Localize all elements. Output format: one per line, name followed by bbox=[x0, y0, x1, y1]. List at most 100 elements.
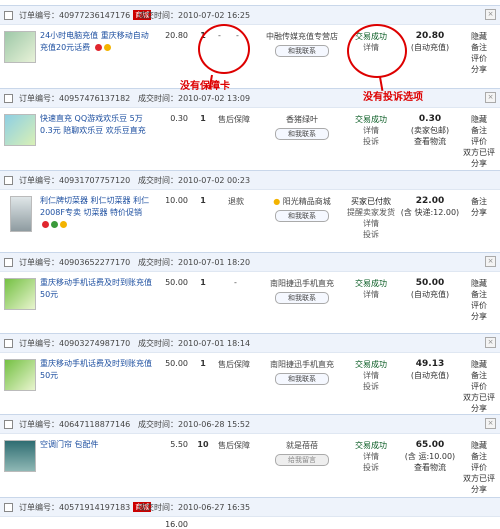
seller-name-link[interactable]: 就是蓓蓓 bbox=[262, 440, 342, 451]
share-link[interactable]: 分享 bbox=[462, 64, 496, 75]
both-rated-text: 双方已评 bbox=[463, 148, 495, 157]
deal-time: 成交时间：2010-07-02 16:25 bbox=[138, 10, 251, 20]
unit-price: 50.00 bbox=[165, 278, 188, 287]
detail-link[interactable]: 详情 bbox=[346, 451, 396, 462]
remark-link[interactable]: 备注 bbox=[462, 451, 496, 462]
product-thumbnail[interactable] bbox=[10, 196, 32, 232]
product-title-link[interactable]: 24小时电脑充值 重庆移动自动充值20元话费 bbox=[40, 30, 155, 54]
after-sale-service[interactable]: 售后保障 bbox=[218, 359, 250, 370]
total-amount: 49.13 bbox=[415, 359, 445, 369]
contact-seller-button[interactable]: 和我联系 bbox=[275, 210, 329, 222]
total-amount: 0.30 bbox=[418, 114, 442, 124]
order-checkbox[interactable] bbox=[4, 502, 13, 512]
rate-link[interactable]: 评价 bbox=[462, 53, 496, 64]
remind-ship-link[interactable]: 提醒卖家发货 bbox=[346, 207, 396, 218]
order-block: 订单编号： 40931707757120 成交时间：2010-07-02 00:… bbox=[0, 170, 500, 248]
deal-time: 成交时间：2010-06-27 16:35 bbox=[138, 502, 251, 512]
total-amount: 22.00 bbox=[415, 196, 445, 206]
product-title-link[interactable]: 重庆移动手机话费及时到账充值50元 bbox=[40, 277, 155, 301]
product-thumbnail[interactable] bbox=[4, 440, 36, 472]
complaint-link[interactable]: 投诉 bbox=[346, 462, 396, 473]
after-sale-service: - bbox=[234, 278, 237, 287]
order-actions: 隐藏 备注 评价 双方已评 分享 bbox=[462, 440, 496, 495]
order-number: 40957476137182 bbox=[59, 93, 131, 103]
share-link[interactable]: 分享 bbox=[462, 158, 496, 169]
order-checkbox[interactable] bbox=[4, 338, 13, 348]
hide-link[interactable]: 隐藏 bbox=[462, 31, 496, 42]
status-text: 买家已付款 bbox=[351, 197, 391, 206]
product-thumbnail[interactable] bbox=[4, 114, 36, 146]
seller-name-link[interactable]: 中融传媒充值专营店 bbox=[262, 31, 342, 42]
status-text: 交易成功 bbox=[355, 115, 387, 124]
delete-icon[interactable]: × bbox=[485, 92, 496, 103]
order-header: 订单编号： 40931707757120 成交时间：2010-07-02 00:… bbox=[0, 170, 500, 190]
after-sale-service[interactable]: 售后保障 bbox=[218, 114, 250, 125]
share-link[interactable]: 分享 bbox=[462, 403, 496, 414]
remark-link[interactable]: 备注 bbox=[462, 125, 496, 136]
remark-link[interactable]: 备注 bbox=[462, 370, 496, 381]
seller-name-link[interactable]: 香猪绿叶 bbox=[262, 114, 342, 125]
delete-icon[interactable]: × bbox=[485, 9, 496, 20]
product-title-link[interactable]: 重庆移动手机话费及时到账充值50元 bbox=[40, 358, 155, 382]
after-sale-service[interactable]: 售后保障 bbox=[218, 440, 250, 451]
hide-link[interactable]: 隐藏 bbox=[462, 278, 496, 289]
hide-link[interactable]: 隐藏 bbox=[462, 114, 496, 125]
product-title-link[interactable]: 快速直充 QQ游戏欢乐豆 5万 0.3元 陪聊欢乐豆 欢乐豆直充 bbox=[40, 113, 155, 137]
leave-message-button[interactable]: 给我留言 bbox=[275, 454, 329, 466]
order-checkbox[interactable] bbox=[4, 257, 13, 267]
remark-link[interactable]: 备注 bbox=[462, 289, 496, 300]
delete-icon[interactable]: × bbox=[485, 418, 496, 429]
total-note: (含 运:10.00) bbox=[404, 452, 456, 461]
seller-name-link[interactable]: ● 阳光精品商城 bbox=[262, 196, 342, 207]
hide-link[interactable]: 隐藏 bbox=[462, 440, 496, 451]
complaint-link[interactable]: 投诉 bbox=[346, 381, 396, 392]
share-link[interactable]: 分享 bbox=[462, 484, 496, 495]
detail-link[interactable]: 详情 bbox=[346, 125, 396, 136]
complaint-link[interactable]: 投诉 bbox=[346, 229, 396, 240]
hide-link[interactable]: 隐藏 bbox=[462, 359, 496, 370]
rate-link[interactable]: 评价 bbox=[462, 381, 496, 392]
product-thumbnail[interactable] bbox=[4, 278, 36, 310]
product-title-link[interactable]: 空调门帘 包配件 bbox=[40, 439, 155, 451]
order-checkbox[interactable] bbox=[4, 419, 13, 429]
contact-seller-button[interactable]: 和我联系 bbox=[275, 292, 329, 304]
seller-name-link[interactable]: 南阳捷迅手机直充 bbox=[262, 278, 342, 289]
contact-seller-button[interactable]: 和我联系 bbox=[275, 128, 329, 140]
view-logistics-link[interactable]: 查看物流 bbox=[400, 462, 460, 473]
order-actions: 隐藏 备注 评价 分享 bbox=[462, 31, 496, 75]
total-note: (自动充值) bbox=[410, 371, 450, 380]
delete-icon[interactable]: × bbox=[485, 337, 496, 348]
contact-seller-button[interactable]: 和我联系 bbox=[275, 45, 329, 57]
order-checkbox[interactable] bbox=[4, 175, 13, 185]
share-link[interactable]: 分享 bbox=[462, 207, 496, 218]
product-title-link[interactable]: 利仁牌切菜器 利仁切菜器 利仁2008F专卖 切菜器 特价促销 bbox=[40, 195, 155, 231]
refund-link[interactable]: 退款 bbox=[228, 196, 244, 207]
order-number-label: 订单编号： bbox=[19, 93, 59, 103]
rate-link[interactable]: 评价 bbox=[462, 300, 496, 311]
detail-link[interactable]: 详情 bbox=[346, 218, 396, 229]
order-checkbox[interactable] bbox=[4, 10, 13, 20]
delete-icon[interactable]: × bbox=[485, 256, 496, 267]
order-checkbox[interactable] bbox=[4, 93, 13, 103]
annotation-circle-complaint bbox=[347, 24, 407, 78]
status-text: 交易成功 bbox=[355, 279, 387, 288]
order-number-label: 订单编号： bbox=[19, 502, 59, 512]
seller-name-link[interactable]: 南阳捷迅手机直充 bbox=[262, 359, 342, 370]
product-thumbnail[interactable] bbox=[4, 31, 36, 63]
order-number-label: 订单编号： bbox=[19, 257, 59, 267]
rate-link[interactable]: 评价 bbox=[462, 136, 496, 147]
order-block: 订单编号： 40957476137182 成交时间：2010-07-02 13:… bbox=[0, 88, 500, 169]
detail-link[interactable]: 详情 bbox=[346, 370, 396, 381]
remark-link[interactable]: 备注 bbox=[462, 42, 496, 53]
detail-link[interactable]: 详情 bbox=[346, 289, 396, 300]
order-total: 49.13 (自动充值) bbox=[400, 359, 460, 381]
total-note: (自动充值) bbox=[410, 290, 450, 299]
rate-link[interactable]: 评价 bbox=[462, 462, 496, 473]
share-link[interactable]: 分享 bbox=[462, 311, 496, 322]
contact-seller-button[interactable]: 和我联系 bbox=[275, 373, 329, 385]
remark-link[interactable]: 备注 bbox=[462, 196, 496, 207]
complaint-link[interactable]: 投诉 bbox=[346, 136, 396, 147]
view-logistics-link[interactable]: 查看物流 bbox=[400, 136, 460, 147]
service-badges-icon bbox=[42, 219, 69, 231]
product-thumbnail[interactable] bbox=[4, 359, 36, 391]
